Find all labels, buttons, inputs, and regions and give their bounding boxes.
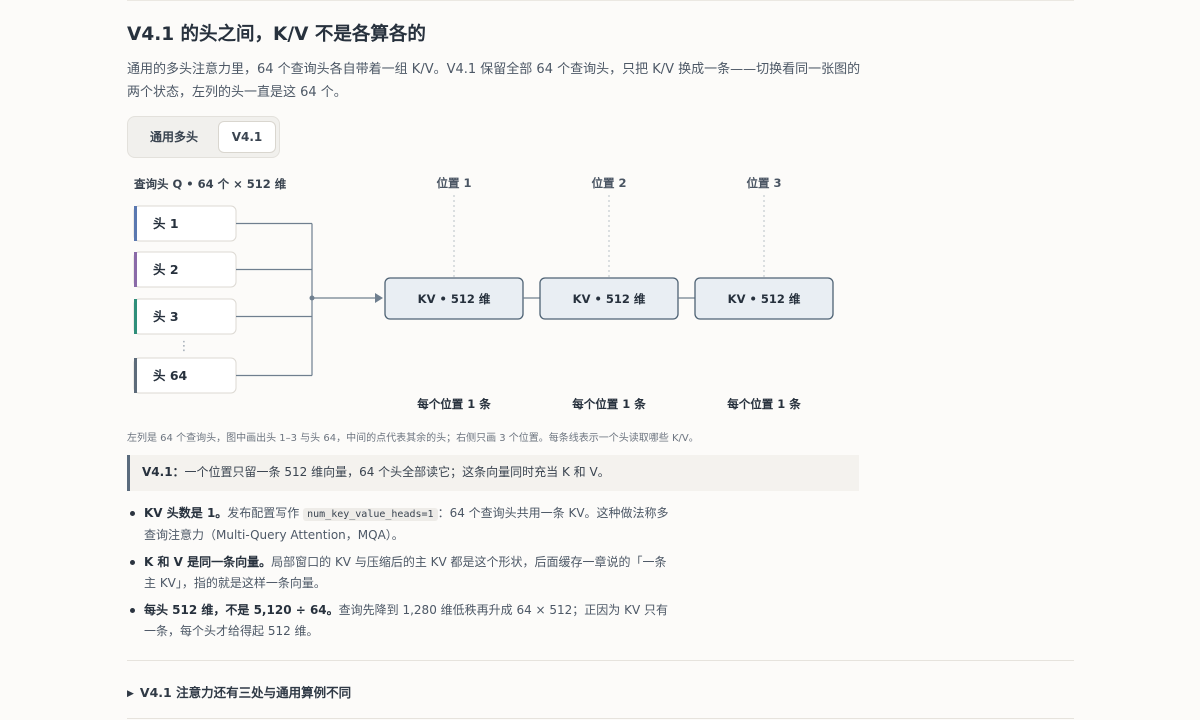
bullet-bold: KV 头数是 1。 [144,506,228,520]
mode-toggle: 通用多头 V4.1 [127,116,280,158]
position-label: 位置 3 [746,176,781,190]
heads-header: 查询头 Q • 64 个 × 512 维 [133,177,287,191]
arrow-head-icon [375,293,383,303]
head-label: 头 64 [153,368,188,383]
kv-label: KV • 512 维 [573,292,646,306]
head-card: 头 3 [133,298,237,335]
heads-ellipsis: ⋮ [178,339,191,354]
kv-position: 位置 3 KV • 512 维每个位置 1 条 [694,176,834,411]
diagram-caption: 左列是 64 个查询头，图中画出头 1–3 与头 64，中间的点代表其余的头；右… [127,433,699,444]
kv-label: KV • 512 维 [418,292,491,306]
section-title: V4.1 的头之间，K/V 不是各算各的 [127,24,426,45]
head-card: 头 1 [133,205,237,242]
details-label: V4.1 注意力还有三处与通用算例不同 [139,685,352,700]
head-color-bar [134,299,137,334]
head-card-box [133,251,237,288]
config-code: num_key_value_heads=1 [303,508,438,521]
list-item: KV 头数是 1。发布配置写作 num_key_value_heads=1 ：64… [130,503,670,546]
callout-label: V4.1： [142,465,185,479]
kv-position: 位置 1 KV • 512 维每个位置 1 条 [384,176,524,411]
head-card: 头 64 [133,357,237,394]
kv-label: KV • 512 维 [728,292,801,306]
mqa-diagram: 查询头 Q • 64 个 × 512 维 头 1 头 2 头 3 头 64 ⋮ 位置 … [133,176,834,411]
list-item: 每头 512 维，不是 5,120 ÷ 64。查询先降到 1,280 维低秩再升… [130,600,670,642]
heads-group: 头 1 头 2 头 3 头 64 [133,205,383,394]
bullet-bold: K 和 V 是同一条向量。 [144,555,272,569]
kv-position: 位置 2 KV • 512 维每个位置 1 条 [539,176,679,411]
head-label: 头 1 [153,216,179,231]
position-footer: 每个位置 1 条 [572,397,646,411]
bottom-divider [127,718,1074,719]
toggle-generic-multihead[interactable]: 通用多头 [132,121,216,153]
intro-paragraph: 通用的多头注意力里，64 个查询头各自带着一组 K/V。V4.1 保留全部 64… [127,62,861,100]
head-color-bar [134,358,137,393]
position-footer: 每个位置 1 条 [727,397,801,411]
head-card: 头 2 [133,251,237,288]
triangle-right-icon: ▶ [127,689,134,699]
top-divider [127,0,1074,1]
head-label: 头 3 [153,309,179,324]
toggle-v41[interactable]: V4.1 [218,121,276,153]
position-footer: 每个位置 1 条 [417,397,491,411]
positions-group: 位置 1KV • 512 维每个位置 1 条位置 2KV • 512 维每个位置… [384,176,834,411]
callout-text: 一个位置只留一条 512 维向量，64 个头全部读它；这条向量同时充当 K 和 … [184,465,610,479]
bullet-text: 发布配置写作 [227,506,304,520]
position-label: 位置 1 [436,176,471,190]
list-item: K 和 V 是同一条向量。局部窗口的 KV 与压缩后的主 KV 都是这个形状，后… [130,552,670,594]
key-points-list: KV 头数是 1。发布配置写作 num_key_value_heads=1 ：64… [130,503,670,648]
head-color-bar [134,206,137,241]
head-card-box [133,205,237,242]
position-label: 位置 2 [591,176,626,190]
section-divider [127,660,1074,661]
details-toggle[interactable]: ▶ V4.1 注意力还有三处与通用算例不同 [127,682,351,701]
head-label: 头 2 [153,262,179,277]
head-color-bar [134,252,137,287]
bullet-bold: 每头 512 维，不是 5,120 ÷ 64。 [144,603,339,617]
v41-callout: V4.1：一个位置只留一条 512 维向量，64 个头全部读它；这条向量同时充当… [127,455,859,491]
head-card-box [133,298,237,335]
